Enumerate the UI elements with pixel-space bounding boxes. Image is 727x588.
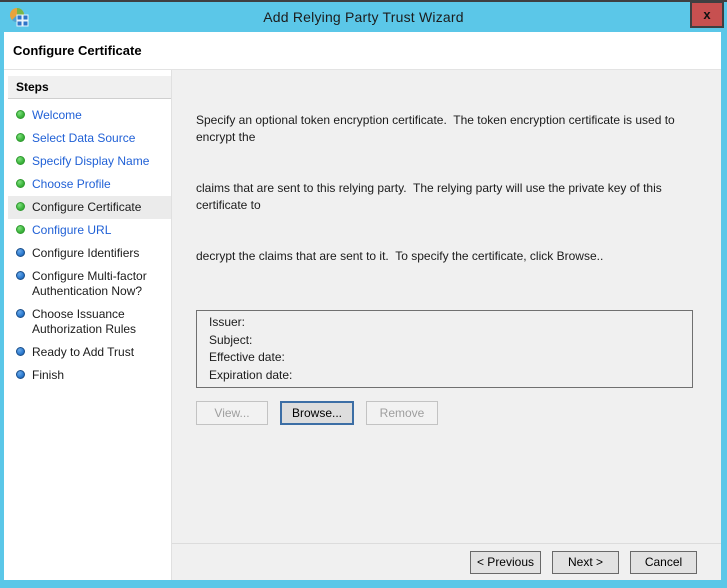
sidebar-step-configure-identifiers: Configure Identifiers — [4, 242, 171, 265]
certificate-details-box: Issuer: Subject: Effective date: Expirat… — [196, 310, 693, 388]
certificate-actions: View... Browse... Remove — [196, 401, 697, 425]
browse-button[interactable]: Browse... — [280, 401, 355, 425]
view-button: View... — [196, 401, 268, 425]
remove-button: Remove — [366, 401, 439, 425]
step-completed-icon — [16, 156, 25, 165]
certificate-issuer-row: Issuer: — [209, 315, 680, 330]
step-completed-icon — [16, 133, 25, 142]
wizard-window: Add Relying Party Trust Wizard x Configu… — [0, 0, 727, 588]
subject-label: Subject: — [209, 332, 253, 347]
sidebar-step-ready-to-add-trust: Ready to Add Trust — [4, 341, 171, 364]
sidebar-step-specify-display-name[interactable]: Specify Display Name — [4, 150, 171, 173]
step-pending-icon — [16, 347, 25, 356]
effective-date-label: Effective date: — [209, 350, 285, 365]
previous-button[interactable]: < Previous — [469, 550, 541, 574]
next-button[interactable]: Next > — [552, 550, 619, 574]
step-pending-icon — [16, 248, 25, 257]
sidebar-step-configure-certificate: Configure Certificate — [8, 196, 171, 219]
sidebar-step-select-data-source[interactable]: Select Data Source — [4, 127, 171, 150]
step-completed-icon — [16, 225, 25, 234]
sidebar-step-configure-url[interactable]: Configure URL — [4, 219, 171, 242]
sidebar-step-choose-issuance-rules: Choose Issuance Authorization Rules — [4, 303, 171, 341]
certificate-effective-date-row: Effective date: — [209, 350, 680, 365]
certificate-expiration-date-row: Expiration date: — [209, 368, 680, 383]
issuer-label: Issuer: — [209, 315, 246, 330]
cancel-button[interactable]: Cancel — [630, 550, 697, 574]
sidebar-step-welcome[interactable]: Welcome — [4, 104, 171, 127]
step-completed-icon — [16, 202, 25, 211]
step-completed-icon — [16, 179, 25, 188]
sidebar-step-choose-profile[interactable]: Choose Profile — [4, 173, 171, 196]
page-header: Configure Certificate — [4, 32, 721, 70]
sidebar-step-configure-mfa: Configure Multi-factor Authentication No… — [4, 265, 171, 303]
step-completed-icon — [16, 110, 25, 119]
steps-header: Steps — [8, 76, 171, 99]
step-pending-icon — [16, 309, 25, 318]
adfs-wizard-icon — [10, 8, 29, 27]
sidebar-step-finish: Finish — [4, 364, 171, 387]
certificate-subject-row: Subject: — [209, 333, 680, 348]
step-pending-icon — [16, 271, 25, 280]
close-icon[interactable]: x — [690, 2, 724, 28]
step-pending-icon — [16, 370, 25, 379]
steps-sidebar: Steps Welcome Select Data Source Specify… — [4, 70, 172, 580]
titlebar: Add Relying Party Trust Wizard x — [0, 2, 727, 32]
page-content: Specify an optional token encryption cer… — [172, 70, 721, 580]
page-description: Specify an optional token encryption cer… — [196, 113, 679, 263]
expiration-date-label: Expiration date: — [209, 367, 293, 382]
steps-list: Welcome Select Data Source Specify Displ… — [4, 99, 171, 387]
dialog-body: Configure Certificate Steps Welcome Sele… — [4, 32, 721, 580]
window-title: Add Relying Party Trust Wizard — [263, 9, 464, 25]
wizard-navigation: < Previous Next > Cancel — [172, 543, 721, 580]
page-title: Configure Certificate — [13, 43, 142, 58]
